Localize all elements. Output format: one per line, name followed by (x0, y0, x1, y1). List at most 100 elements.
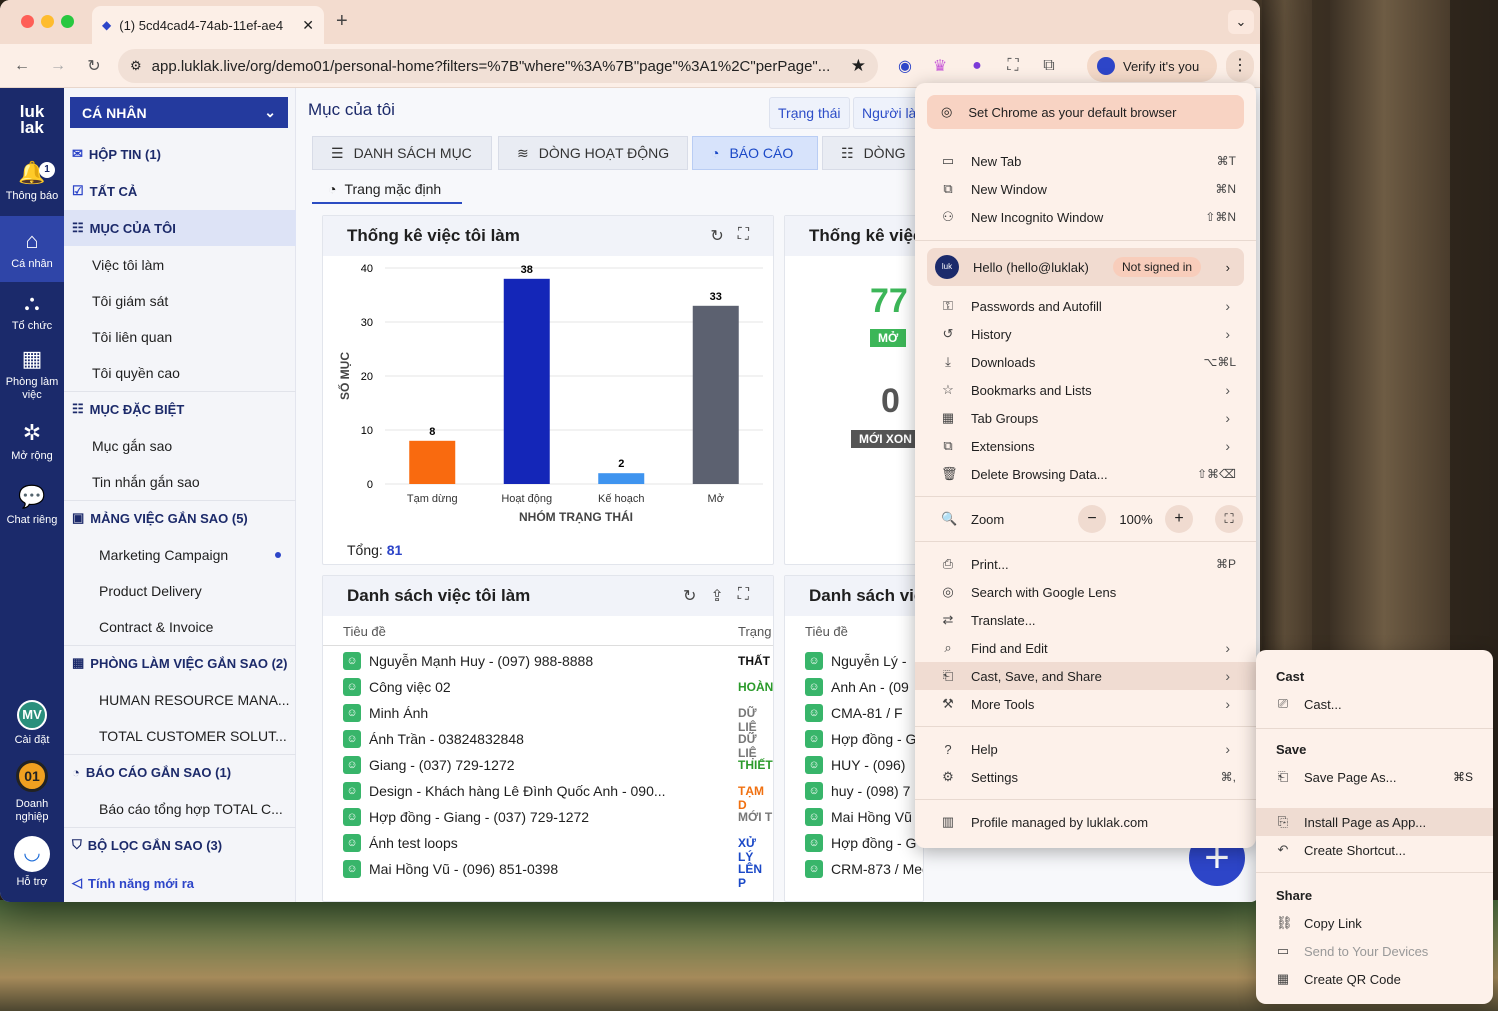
menu-history[interactable]: ↺ History › (927, 320, 1244, 348)
table-row[interactable]: ☺ Ánh Trần - 03824832848 (343, 726, 524, 752)
menu-new-window[interactable]: ⧉ New Window ⌘N (927, 175, 1244, 203)
tab-item-list[interactable]: ☰ DANH SÁCH MỤC (312, 136, 492, 170)
rail-item-settings[interactable]: MV Cài đặt (0, 700, 64, 747)
maximize-window-button[interactable] (61, 15, 74, 28)
menu-find-edit[interactable]: ⌕ Find and Edit › (927, 634, 1244, 662)
menu-print[interactable]: ⎙ Print... ⌘P (927, 550, 1244, 578)
table-row[interactable]: ☺ Anh An - (09 (805, 674, 909, 700)
reload-icon[interactable]: ↻ (82, 54, 106, 78)
rail-item-workspace[interactable]: ▦ Phòng làm việc (0, 346, 64, 402)
menu-profile[interactable]: luk Hello (hello@luklak) Not signed in › (927, 248, 1244, 286)
fullscreen-button[interactable]: ⛶ (1215, 505, 1243, 533)
table-row[interactable]: ☺ Công việc 02 (343, 674, 451, 700)
forward-icon[interactable]: → (46, 54, 70, 78)
screenshot-icon[interactable]: ⛶ (1001, 54, 1025, 78)
menu-google-lens[interactable]: ◎ Search with Google Lens (927, 578, 1244, 606)
sidebar-item-hr[interactable]: HUMAN RESOURCE MANA... (64, 682, 296, 718)
refresh-icon[interactable]: ↻ (710, 226, 723, 246)
sidebar-item-high-rights[interactable]: Tôi quyền cao (64, 355, 296, 391)
sidebar-item-starred-messages[interactable]: Tin nhắn gắn sao (64, 464, 296, 500)
menu-qr-code[interactable]: ▦ Create QR Code (1256, 965, 1493, 993)
rail-item-business[interactable]: 01 Doanh nghiệp (0, 760, 64, 824)
sidebar-item-starred-areas[interactable]: ▣ MẢNG VIỆC GẮN SAO (5) (64, 500, 296, 536)
sidebar-item-tcs[interactable]: TOTAL CUSTOMER SOLUT... (64, 718, 296, 754)
export-icon[interactable]: ⇪ (710, 586, 723, 606)
browser-tab[interactable]: ◆ (1) 5cd4cad4-74ab-11ef-ae4 ✕ (92, 6, 324, 44)
menu-tab-groups[interactable]: ▦ Tab Groups › (927, 404, 1244, 432)
sidebar-item-starred-filters[interactable]: ⛉ BỘ LỌC GẮN SAO (3) (64, 827, 296, 863)
sidebar-item-related[interactable]: Tôi liên quan (64, 319, 296, 355)
rail-item-help[interactable]: ◡ Hỗ trợ (0, 836, 64, 889)
table-row[interactable]: ☺ Minh Ánh (343, 700, 428, 726)
table-row[interactable]: ☺ Ánh test loops (343, 830, 458, 856)
menu-create-shortcut[interactable]: ↶ Create Shortcut... (1256, 836, 1493, 864)
back-icon[interactable]: ← (10, 54, 34, 78)
table-row[interactable]: ☺ Nguyễn Mạnh Huy - (097) 988-8888 (343, 648, 593, 674)
table-row[interactable]: ☺ Nguyễn Lý - (805, 648, 906, 674)
default-page-tab[interactable]: ◔ Trang mặc định (312, 176, 462, 204)
sidebar-item-my-tasks[interactable]: Việc tôi làm (64, 247, 296, 283)
sidebar-item-my-items[interactable]: ☷ MỤC CỦA TÔI (64, 210, 296, 246)
extension-icon[interactable]: ◉ (893, 54, 917, 78)
rail-item-organization[interactable]: ⛬ Tổ chức (0, 290, 64, 333)
table-row[interactable]: ☺ Design - Khách hàng Lê Đình Quốc Anh - … (343, 778, 666, 804)
sidebar-item-starred[interactable]: Mục gắn sao (64, 428, 296, 464)
tab-report[interactable]: ◔ BÁO CÁO (692, 136, 818, 170)
rail-item-chat[interactable]: 💬 Chat riêng (0, 484, 64, 527)
menu-delete-data[interactable]: 🗑 Delete Browsing Data... ⇧⌘⌫ (927, 460, 1244, 488)
table-row[interactable]: ☺ CMA-81 / F (805, 700, 903, 726)
close-window-button[interactable] (21, 15, 34, 28)
menu-save-page[interactable]: ⎗ Save Page As... ⌘S (1256, 763, 1493, 791)
table-row[interactable]: ☺ Hợp đồng - G (805, 726, 916, 752)
menu-passwords[interactable]: ⚿ Passwords and Autofill › (927, 292, 1244, 320)
extension-icon[interactable]: ● (965, 54, 989, 78)
menu-downloads[interactable]: ⤓ Downloads ⌥⌘L (927, 348, 1244, 376)
default-browser-banner[interactable]: ◎ Set Chrome as your default browser (927, 95, 1244, 129)
menu-translate[interactable]: ⇄ Translate... (927, 606, 1244, 634)
table-row[interactable]: ☺ Giang - (037) 729-1272 (343, 752, 515, 778)
sidebar-item-product-delivery[interactable]: Product Delivery (64, 573, 296, 609)
table-row[interactable]: ☺ Hợp đồng - Giang - (037) 729-1272 (343, 804, 589, 830)
site-info-icon[interactable]: ⚙ (130, 58, 142, 74)
menu-cast-save-share[interactable]: ⎗ Cast, Save, and Share › (915, 662, 1256, 690)
tab-timeline[interactable]: ☷ DÒNG (822, 136, 922, 170)
menu-extensions[interactable]: ⧉ Extensions › (927, 432, 1244, 460)
table-row[interactable]: ☺ huy - (098) 7 (805, 778, 910, 804)
menu-copy-link[interactable]: ⛓ Copy Link (1256, 909, 1493, 937)
sidebar-item-all[interactable]: ☑ TẤT CẢ (64, 173, 296, 209)
sidebar-item-marketing[interactable]: Marketing Campaign (64, 537, 296, 573)
menu-incognito[interactable]: ⚇ New Incognito Window ⇧⌘N (927, 203, 1244, 231)
menu-cast[interactable]: ⎚ Cast... (1256, 690, 1493, 718)
menu-new-tab[interactable]: ▭ New Tab ⌘T (927, 147, 1244, 175)
extension-icon[interactable]: ♛ (928, 54, 952, 78)
zoom-out-button[interactable]: − (1078, 505, 1106, 533)
scope-selector[interactable]: CÁ NHÂN ⌄ (70, 97, 288, 128)
rail-item-extend[interactable]: ✲ Mở rộng (0, 420, 64, 463)
sidebar-item-report[interactable]: Báo cáo tổng hợp TOTAL C... (64, 791, 296, 827)
tab-activity[interactable]: ≋ DÒNG HOẠT ĐỘNG (498, 136, 688, 170)
menu-help[interactable]: ? Help › (927, 735, 1244, 763)
menu-install-app[interactable]: ⎘ Install Page as App... (1256, 808, 1493, 836)
table-row[interactable]: ☺ Mai Hồng Vũ - (096) 851-0398 (343, 856, 558, 882)
table-row[interactable]: ☺ HUY - (096) (805, 752, 905, 778)
table-row[interactable]: ☺ Hợp đồng - G (805, 830, 916, 856)
sidebar-item-contract[interactable]: Contract & Invoice (64, 609, 296, 645)
rail-item-notifications[interactable]: 🔔 Thông báo 1 (0, 160, 64, 203)
menu-settings[interactable]: ⚙ Settings ⌘, (927, 763, 1244, 791)
minimize-window-button[interactable] (41, 15, 54, 28)
new-tab-icon[interactable]: + (336, 10, 348, 33)
luklak-logo[interactable]: luk lak (0, 103, 64, 136)
sidebar-item-special[interactable]: ☷ MỤC ĐẶC BIỆT (64, 391, 296, 427)
extensions-puzzle-icon[interactable]: ⧉ (1037, 54, 1061, 78)
refresh-icon[interactable]: ↻ (683, 586, 696, 606)
fullscreen-icon[interactable]: ⛶ (738, 586, 749, 606)
sidebar-item-inbox[interactable]: ✉ HỘP TIN (1) (64, 136, 296, 172)
verify-button[interactable]: Verify it's you (1087, 50, 1217, 82)
menu-managed[interactable]: ▥ Profile managed by luklak.com (927, 808, 1244, 836)
table-row[interactable]: ☺ Mai Hồng Vũ (805, 804, 912, 830)
address-bar[interactable]: ⚙ app.luklak.live/org/demo01/personal-ho… (118, 49, 878, 83)
fullscreen-icon[interactable]: ⛶ (738, 226, 749, 246)
menu-more-tools[interactable]: ⚒ More Tools › (927, 690, 1244, 718)
chrome-menu-icon[interactable]: ⋮ (1226, 50, 1254, 82)
bookmark-star-icon[interactable]: ★ (851, 56, 866, 76)
